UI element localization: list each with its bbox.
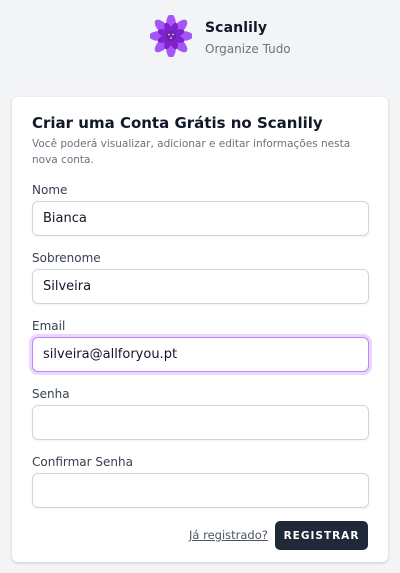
form-title: Criar uma Conta Grátis no Scanlily [32, 114, 323, 132]
email-input[interactable] [32, 337, 369, 372]
first-name-label: Nome [32, 183, 68, 197]
confirm-password-label: Confirmar Senha [32, 455, 133, 469]
last-name-input[interactable] [32, 269, 369, 304]
first-name-input[interactable] [32, 201, 369, 236]
already-registered-link[interactable]: Já registrado? [189, 528, 268, 542]
password-input[interactable] [32, 405, 369, 440]
brand-header: Scanlily Organize Tudo [0, 0, 400, 70]
email-label: Email [32, 319, 66, 333]
brand-name: Scanlily [205, 20, 268, 36]
form-description: Você poderá visualizar, adicionar e edit… [32, 138, 351, 166]
register-button[interactable]: REGISTRAR [275, 521, 368, 550]
lotus-flower-icon [150, 15, 192, 57]
brand-tagline: Organize Tudo [205, 42, 291, 56]
password-label: Senha [32, 387, 70, 401]
confirm-password-input[interactable] [32, 473, 369, 508]
last-name-label: Sobrenome [32, 251, 101, 265]
register-card: Criar uma Conta Grátis no Scanlily Você … [12, 97, 388, 562]
